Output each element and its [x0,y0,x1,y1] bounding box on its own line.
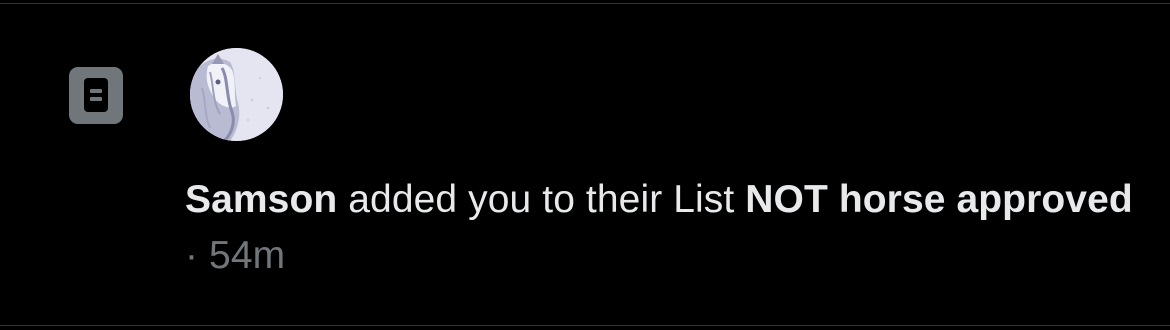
list-added-notification[interactable]: Samson added you to their List NOT horse… [0,4,1170,325]
action-text: added you to their List [337,178,746,221]
timestamp: 54m [209,234,286,277]
bottom-divider [0,325,1170,326]
horse-avatar-icon [190,48,283,141]
list-name-link[interactable]: NOT horse approved [745,178,1133,221]
list-icon [69,67,123,124]
user-avatar[interactable] [190,48,283,141]
user-name-link[interactable]: Samson [185,178,337,221]
notification-text: Samson added you to their List NOT horse… [185,172,1145,284]
separator-dot: · [185,234,210,277]
